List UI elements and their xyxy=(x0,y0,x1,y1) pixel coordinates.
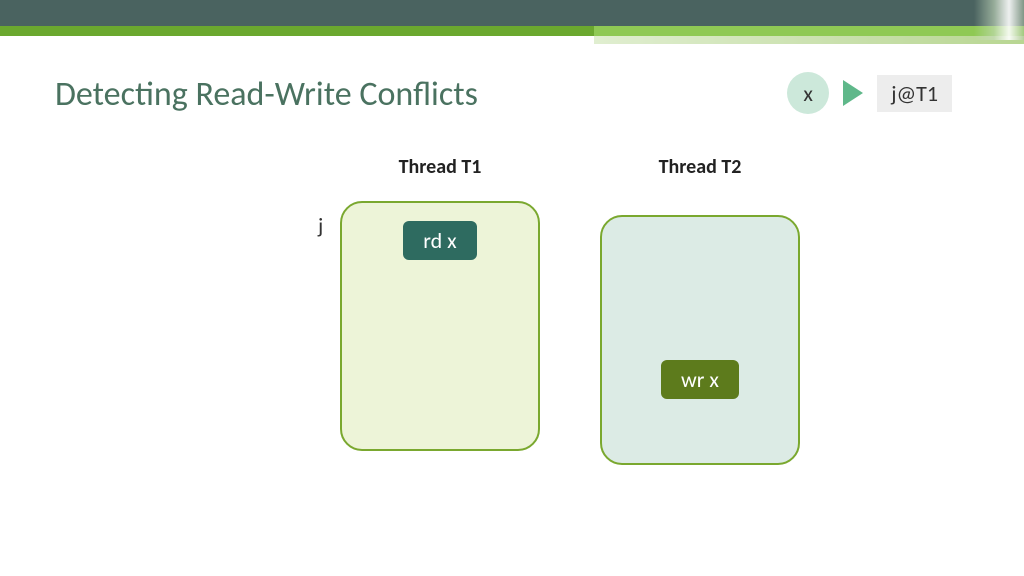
read-operation: rd x xyxy=(403,221,476,260)
thread-t2-label: Thread T2 xyxy=(659,155,742,179)
header-bar-green xyxy=(0,26,1024,36)
transaction-label-j: j xyxy=(318,212,323,239)
write-operation: wr x xyxy=(661,360,739,399)
thread-t2-column: Thread T2 wr x xyxy=(600,155,800,465)
version-tag: j@T1 xyxy=(877,75,952,112)
thread-t2-box: wr x xyxy=(600,215,800,465)
badge-area: x j@T1 xyxy=(787,72,952,114)
header-bar-dark xyxy=(0,0,1024,26)
threads-diagram: Thread T1 rd x Thread T2 wr x xyxy=(340,155,800,465)
header-bar-under xyxy=(594,36,1024,44)
variable-badge: x xyxy=(787,72,829,114)
thread-t1-column: Thread T1 rd x xyxy=(340,155,540,465)
play-icon xyxy=(843,80,863,106)
thread-t1-box: rd x xyxy=(340,201,540,451)
header-right-edge xyxy=(974,0,1024,40)
page-title: Detecting Read-Write Conflicts xyxy=(55,74,478,115)
thread-t1-label: Thread T1 xyxy=(399,155,482,179)
